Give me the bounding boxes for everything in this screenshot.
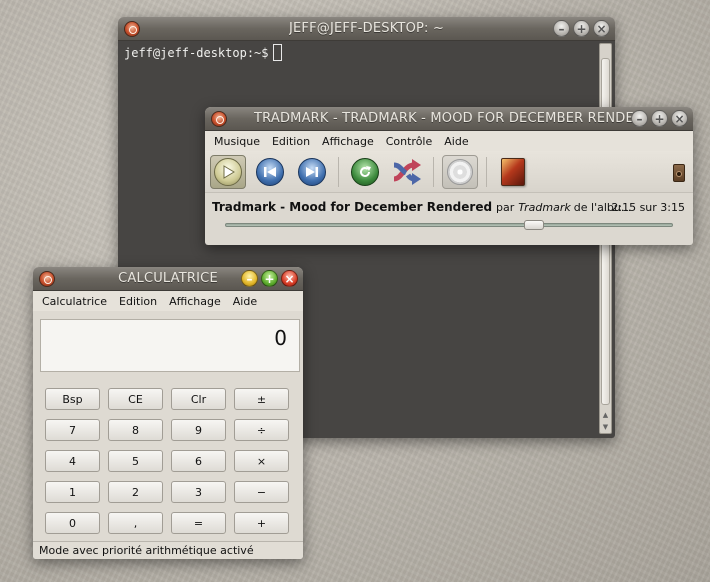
key-clear-entry[interactable]: CE (108, 388, 163, 410)
terminal-title: JEFF@JEFF-DESKTOP: ~ (288, 21, 445, 36)
key-9[interactable]: 9 (171, 419, 226, 441)
window-menu-icon[interactable] (211, 111, 227, 127)
menu-affichage[interactable]: Affichage (169, 295, 221, 308)
music-player-window: TRADMARK - TRADMARK - MOOD FOR DECEMBER … (205, 107, 693, 245)
menu-controle[interactable]: Contrôle (386, 135, 433, 148)
play-icon (214, 157, 242, 186)
minimize-icon[interactable]: – (553, 20, 570, 37)
now-playing-row: Tradmark - Mood for December Rendered pa… (205, 193, 693, 221)
toolbar-separator (433, 156, 434, 187)
calculator-titlebar[interactable]: CALCULATRICE – + × (33, 267, 303, 291)
key-equals[interactable]: = (171, 512, 226, 534)
menu-calculatrice[interactable]: Calculatrice (42, 295, 107, 308)
key-clear[interactable]: Clr (171, 388, 226, 410)
player-menubar: Musique Edition Affichage Contrôle Aide (205, 131, 693, 151)
close-icon[interactable]: × (281, 270, 298, 287)
key-subtract[interactable]: − (234, 481, 289, 503)
menu-aide[interactable]: Aide (444, 135, 468, 148)
key-add[interactable]: + (234, 512, 289, 534)
key-8[interactable]: 8 (108, 419, 163, 441)
status-text: Mode avec priorité arithmétique activé (39, 544, 254, 557)
speaker-icon[interactable] (673, 164, 685, 182)
key-7[interactable]: 7 (45, 419, 100, 441)
toolbar-separator (338, 156, 339, 187)
close-icon[interactable]: × (593, 20, 610, 37)
key-2[interactable]: 2 (108, 481, 163, 503)
player-titlebar[interactable]: TRADMARK - TRADMARK - MOOD FOR DECEMBER … (205, 107, 693, 131)
key-3[interactable]: 3 (171, 481, 226, 503)
repeat-button[interactable] (347, 155, 383, 189)
terminal-prompt: jeff@jeff-desktop:~$ (124, 45, 269, 60)
track-artist: Tradmark (518, 200, 571, 214)
scroll-up-arrow-icon[interactable]: ▲ (600, 409, 611, 421)
shuffle-button[interactable] (389, 155, 425, 189)
terminal-titlebar[interactable]: JEFF@JEFF-DESKTOP: ~ – + × (118, 17, 615, 41)
key-0[interactable]: 0 (45, 512, 100, 534)
player-toolbar (205, 151, 693, 193)
key-5[interactable]: 5 (108, 450, 163, 472)
track-time: 2:15 sur 3:15 (611, 201, 685, 214)
key-4[interactable]: 4 (45, 450, 100, 472)
calculator-statusbar: Mode avec priorité arithmétique activé (33, 541, 303, 559)
menu-edition[interactable]: Edition (272, 135, 310, 148)
minimize-icon[interactable]: – (631, 110, 648, 127)
maximize-icon[interactable]: + (651, 110, 668, 127)
maximize-icon[interactable]: + (573, 20, 590, 37)
visualizer-button[interactable] (442, 154, 478, 189)
menu-edition[interactable]: Edition (119, 295, 157, 308)
next-icon (298, 157, 326, 186)
scroll-down-arrow-icon[interactable]: ▼ (600, 421, 611, 433)
key-6[interactable]: 6 (171, 450, 226, 472)
close-icon[interactable]: × (671, 110, 688, 127)
next-button[interactable] (294, 155, 330, 189)
menu-musique[interactable]: Musique (214, 135, 260, 148)
key-backspace[interactable]: Bsp (45, 388, 100, 410)
repeat-icon (351, 157, 379, 186)
menu-affichage[interactable]: Affichage (322, 135, 374, 148)
previous-button[interactable] (252, 155, 288, 189)
album-cover-button[interactable] (495, 155, 531, 189)
toolbar-separator (486, 156, 487, 187)
minimize-icon[interactable]: – (241, 270, 258, 287)
calculator-keypad: Bsp CE Clr ± 7 8 9 ÷ 4 5 6 × 1 2 3 − 0 ,… (45, 388, 289, 534)
window-menu-icon[interactable] (39, 271, 55, 287)
terminal-cursor (272, 44, 282, 61)
track-title: Tradmark - Mood for December Rendered (212, 200, 493, 214)
calculator-title: CALCULATRICE (118, 271, 218, 286)
key-decimal[interactable]: , (108, 512, 163, 534)
window-menu-icon[interactable] (124, 21, 140, 37)
visualizer-icon (447, 158, 473, 185)
display-value: 0 (274, 326, 287, 350)
track-by-label: par (496, 200, 515, 214)
player-title: TRADMARK - TRADMARK - MOOD FOR DECEMBER … (254, 111, 644, 126)
calculator-window: CALCULATRICE – + × Calculatrice Edition … (33, 267, 303, 559)
previous-icon (256, 157, 284, 186)
album-cover-icon (501, 157, 525, 186)
calculator-menubar: Calculatrice Edition Affichage Aide (33, 291, 303, 311)
seek-slider-handle[interactable] (523, 220, 544, 230)
menu-aide[interactable]: Aide (233, 295, 257, 308)
key-multiply[interactable]: × (234, 450, 289, 472)
play-button[interactable] (210, 154, 246, 189)
key-divide[interactable]: ÷ (234, 419, 289, 441)
calculator-display: 0 (40, 319, 300, 372)
key-1[interactable]: 1 (45, 481, 100, 503)
shuffle-icon (392, 158, 422, 186)
terminal-line: jeff@jeff-desktop:~$ (124, 44, 282, 61)
seek-slider[interactable] (225, 220, 673, 230)
maximize-icon[interactable]: + (261, 270, 278, 287)
key-plus-minus[interactable]: ± (234, 388, 289, 410)
